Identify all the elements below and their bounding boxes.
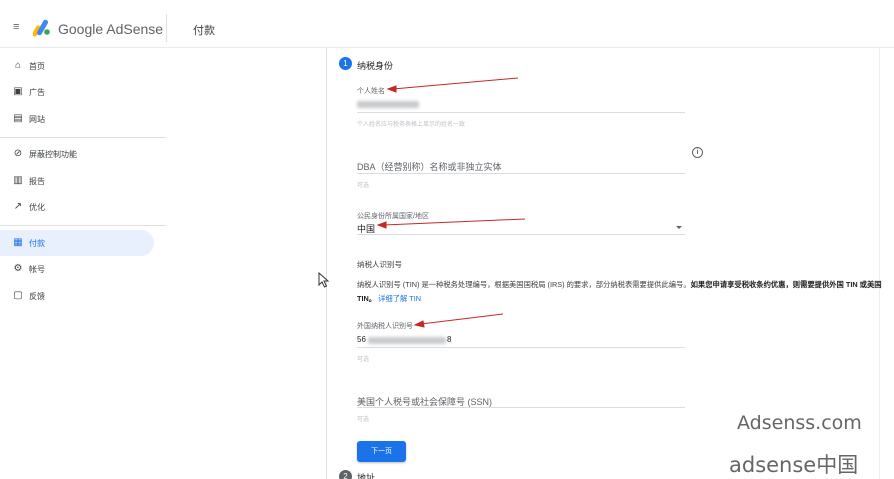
annotation-arrow	[420, 313, 504, 325]
arrowhead	[413, 320, 425, 328]
mouse-cursor-icon	[318, 272, 330, 288]
annotation-arrow	[392, 77, 519, 90]
watermark-line-1: Adsenss.com	[737, 412, 862, 434]
arrowhead	[386, 85, 397, 93]
arrowhead	[376, 221, 387, 229]
watermark-line-2: adsense中国	[729, 453, 859, 477]
annotation-arrow	[383, 218, 526, 226]
annotation-arrows	[376, 77, 526, 328]
